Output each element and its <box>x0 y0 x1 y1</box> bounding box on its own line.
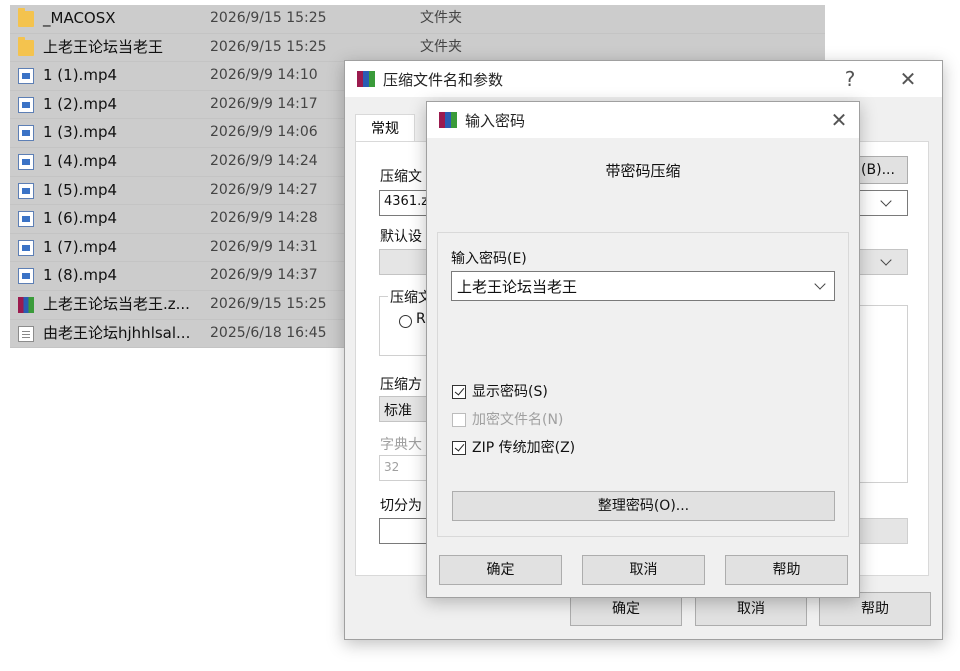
close-icon[interactable]: ✕ <box>894 65 922 93</box>
password-heading: 带密码压缩 <box>605 162 681 180</box>
file-date: 2026/9/9 14:10 <box>210 67 318 84</box>
password-label: 输入密码(E) <box>451 251 527 267</box>
winrar-icon <box>439 112 457 128</box>
file-name: 1 (2).mp4 <box>43 94 118 113</box>
video-file-icon <box>18 153 34 170</box>
archive-dialog-titlebar[interactable]: 压缩文件名和参数 ? ✕ <box>345 61 942 97</box>
file-date: 2026/9/9 14:37 <box>210 267 318 284</box>
file-name: 上老王论坛当老王.z... <box>43 294 190 313</box>
password-help-button[interactable]: 帮助 <box>725 555 848 585</box>
password-dialog: 输入密码 ✕ 带密码压缩 输入密码(E) 上老王论坛当老王 显示密码(S) 加密… <box>426 101 860 598</box>
file-name: 由老王论坛hjhhlsal... <box>43 323 191 342</box>
zip-legacy-encryption-label: ZIP 传统加密(Z) <box>472 440 576 456</box>
password-value: 上老王论坛当老王 <box>457 278 578 296</box>
method-label: 压缩方 <box>380 377 422 393</box>
password-dialog-titlebar[interactable]: 输入密码 ✕ <box>427 102 859 138</box>
file-date: 2026/9/9 14:06 <box>210 124 318 141</box>
video-file-icon <box>18 96 34 113</box>
show-password-checkbox[interactable] <box>452 385 466 399</box>
winrar-archive-icon <box>18 296 34 313</box>
file-name: 1 (4).mp4 <box>43 151 118 170</box>
format-radio[interactable] <box>399 315 412 328</box>
file-name: 1 (6).mp4 <box>43 209 118 228</box>
password-ok-button[interactable]: 确定 <box>439 555 562 585</box>
file-name: 1 (5).mp4 <box>43 180 118 199</box>
password-groupbox: 输入密码(E) 上老王论坛当老王 显示密码(S) 加密文件名(N) ZIP 传统… <box>437 232 849 537</box>
file-date: 2026/9/9 14:17 <box>210 95 318 112</box>
zip-legacy-encryption-checkbox[interactable] <box>452 441 466 455</box>
file-date: 2025/6/18 16:45 <box>210 324 327 341</box>
file-date: 2026/9/15 15:25 <box>210 295 327 312</box>
video-file-icon <box>18 68 34 85</box>
file-row[interactable]: _MACOSX 2026/9/15 15:25 文件夹 <box>10 5 825 34</box>
chevron-down-icon <box>880 195 892 207</box>
archive-name-label: 压缩文 <box>380 169 422 185</box>
video-file-icon <box>18 125 34 142</box>
video-file-icon <box>18 239 34 256</box>
video-file-icon <box>18 268 34 285</box>
file-row[interactable]: 上老王论坛当老王 2026/9/15 15:25 文件夹 <box>10 33 825 63</box>
file-date: 2026/9/15 15:25 <box>210 10 327 26</box>
file-date: 2026/9/9 14:24 <box>210 152 318 169</box>
split-label: 切分为 <box>380 498 422 514</box>
file-name: 1 (7).mp4 <box>43 237 118 256</box>
encrypt-filenames-label: 加密文件名(N) <box>472 412 564 428</box>
close-icon[interactable]: ✕ <box>825 106 853 134</box>
help-icon[interactable]: ? <box>836 65 864 93</box>
dictionary-label: 字典大 <box>380 437 422 453</box>
default-profile-label: 默认设 <box>380 229 422 245</box>
file-date: 2026/9/9 14:27 <box>210 181 318 198</box>
video-file-icon <box>18 182 34 199</box>
file-date: 2026/9/9 14:31 <box>210 238 318 255</box>
file-type: 文件夹 <box>420 10 462 26</box>
file-name: 1 (1).mp4 <box>43 66 118 85</box>
chevron-down-icon[interactable] <box>814 278 826 290</box>
password-input[interactable]: 上老王论坛当老王 <box>451 271 835 301</box>
file-name: 1 (8).mp4 <box>43 266 118 285</box>
file-date: 2026/9/15 15:25 <box>210 38 327 55</box>
format-radio-label: R <box>416 311 426 327</box>
password-cancel-button[interactable]: 取消 <box>582 555 705 585</box>
file-type: 文件夹 <box>420 38 462 55</box>
organize-passwords-button[interactable]: 整理密码(O)... <box>452 491 835 521</box>
winrar-icon <box>357 71 375 87</box>
folder-icon <box>18 8 34 27</box>
file-name: _MACOSX <box>43 9 116 27</box>
file-name: 1 (3).mp4 <box>43 123 118 142</box>
video-file-icon <box>18 211 34 228</box>
file-date: 2026/9/9 14:28 <box>210 210 318 227</box>
archive-dialog-title: 压缩文件名和参数 <box>383 71 504 89</box>
encrypt-filenames-checkbox[interactable] <box>452 413 466 427</box>
text-file-icon <box>18 325 34 342</box>
folder-icon <box>18 36 34 56</box>
show-password-label: 显示密码(S) <box>472 384 548 400</box>
tab-general[interactable]: 常规 <box>355 114 415 142</box>
password-dialog-title: 输入密码 <box>465 112 526 130</box>
chevron-down-icon <box>880 254 892 266</box>
file-name: 上老王论坛当老王 <box>43 37 164 56</box>
